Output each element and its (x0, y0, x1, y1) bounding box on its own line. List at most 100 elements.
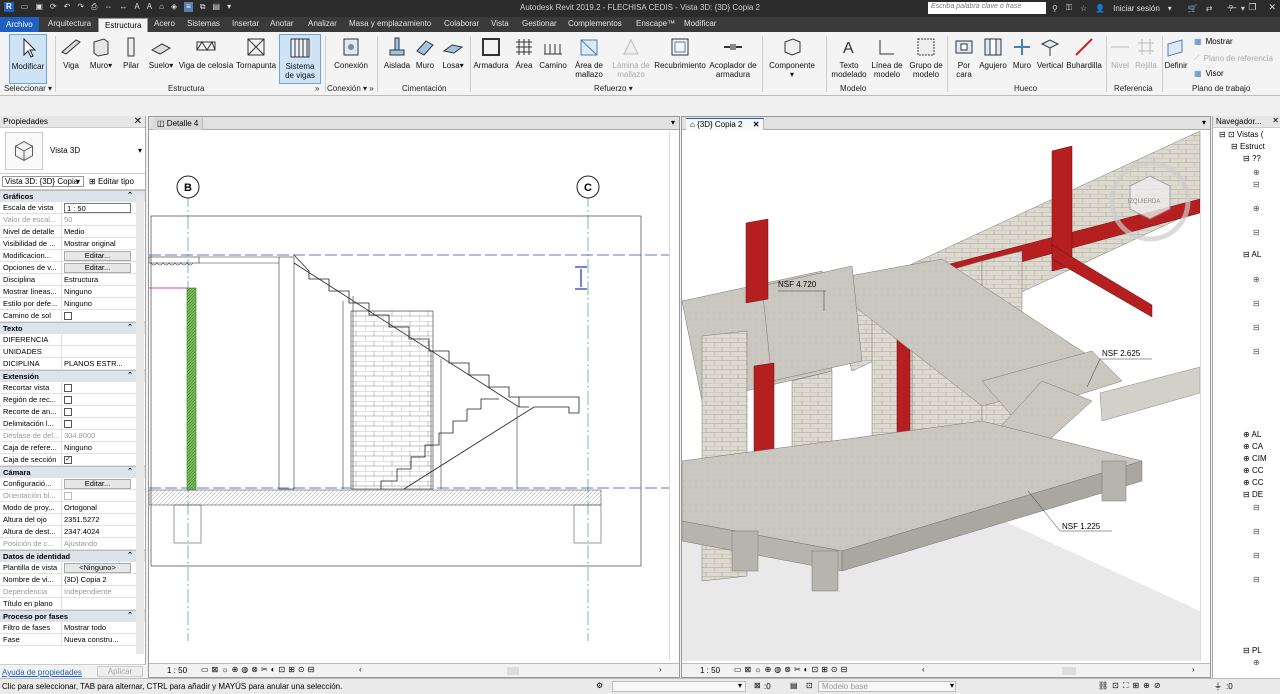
property-value[interactable]: Ninguno (62, 442, 133, 453)
design-options-icon[interactable]: ▤ (790, 681, 798, 690)
tree-node-al-2[interactable]: ⊕ AL (1243, 430, 1261, 439)
properties-section-header[interactable]: Gráficos ⌃ (0, 190, 145, 202)
grid-button[interactable]: Rejilla (1133, 34, 1159, 84)
property-value[interactable]: Mostrar todo (62, 622, 133, 633)
tab-sistemas[interactable]: Sistemas (187, 19, 220, 28)
truss-button[interactable]: Viga de celosía (178, 34, 234, 84)
property-value[interactable]: <Ninguno> (62, 562, 133, 573)
beam-button[interactable]: Viga (57, 34, 85, 84)
checkbox[interactable] (64, 420, 72, 429)
worksets-icon[interactable]: ⚙ (596, 681, 603, 690)
tab-insertar[interactable]: Insertar (232, 19, 259, 28)
scroll-left-icon[interactable]: ‹ (922, 665, 925, 674)
property-value[interactable] (62, 334, 133, 345)
close-icon[interactable]: ✕ (134, 116, 142, 127)
property-value[interactable]: Editar... (62, 262, 133, 273)
design-options-sub-icon[interactable]: ⊡ (806, 681, 813, 690)
collapse-icon[interactable]: ⌃ (127, 611, 133, 619)
rebar-coupler-button[interactable]: Acoplador de armadura (708, 34, 758, 84)
beam-system-button[interactable]: Sistema de vigas (279, 34, 321, 84)
collapse-icon[interactable]: ⌃ (127, 323, 133, 331)
exchange-icon[interactable]: ⇄ (1206, 4, 1213, 13)
path-rebar-button[interactable]: Camino (538, 34, 568, 84)
filter-icon[interactable]: ⏚ (1214, 681, 1222, 692)
close-icon[interactable]: ✕ (1268, 2, 1276, 13)
property-value[interactable]: ✓ (62, 454, 133, 465)
cover-button[interactable]: Recubrimiento (654, 34, 706, 84)
dormer-button[interactable]: Buhardilla (1066, 34, 1102, 84)
instance-filter-select[interactable]: Vista 3D: {3D} Copia (2, 176, 84, 187)
workset-select[interactable] (612, 681, 746, 692)
show-workplane-button[interactable]: ▦ Mostrar (1194, 37, 1233, 46)
tree-node-pl[interactable]: ⊟ PL (1243, 646, 1262, 655)
close-tab-icon[interactable]: ✕ (753, 120, 760, 129)
tree-expanders[interactable]: ⊟ ⊟ ⊟ ⊟ (1253, 502, 1260, 586)
checkbox[interactable]: ✓ (64, 456, 72, 465)
tab-anotar[interactable]: Anotar (270, 19, 294, 28)
chevron-down-icon[interactable]: ▾ (1168, 4, 1172, 13)
isolated-foundation-button[interactable]: Aislada (382, 34, 412, 84)
property-value[interactable] (62, 394, 133, 405)
tab-vista[interactable]: Vista (491, 19, 509, 28)
property-value[interactable] (62, 598, 133, 609)
fabric-area-button[interactable]: Área de mallazo (570, 34, 608, 84)
selection-filter-icons[interactable]: ⛓⊡⛶⊞⊕⊘ (1098, 681, 1165, 691)
scroll-left-icon[interactable]: ‹ (359, 665, 362, 674)
view-scale[interactable]: 1 : 50 (167, 666, 187, 675)
tab-arquitectura[interactable]: Arquitectura (48, 19, 91, 28)
collapse-icon[interactable]: ⌃ (127, 551, 133, 559)
tab-acero[interactable]: Acero (154, 19, 175, 28)
collapse-icon[interactable]: ⌃ (127, 371, 133, 379)
model-line-button[interactable]: Línea de modelo (869, 34, 905, 84)
viewer-button[interactable]: ▦ Visor (1194, 69, 1224, 78)
collapse-icon[interactable]: ⌃ (127, 467, 133, 475)
tab-colaborar[interactable]: Colaborar (444, 19, 479, 28)
property-value[interactable] (62, 406, 133, 417)
edit-button[interactable]: Editar... (64, 263, 131, 273)
tree-node-al-1[interactable]: ⊟ AL (1243, 250, 1261, 259)
properties-section-header[interactable]: Cámara ⌃ (0, 466, 145, 478)
shaft-button[interactable]: Agujero (978, 34, 1008, 84)
block-wall[interactable] (350, 310, 434, 490)
property-value[interactable]: {3D} Copia 2 (62, 574, 133, 585)
level-label-4720[interactable]: NSF 4.720 (778, 280, 817, 289)
edit-button[interactable]: Editar... (64, 479, 131, 489)
maximize-icon[interactable]: ❐ (1248, 2, 1256, 13)
tree-expanders[interactable]: ⊕ ⊟ ⊟ ⊟ (1253, 274, 1260, 358)
property-value[interactable]: Estructura (62, 274, 133, 285)
property-value[interactable]: Ninguno (62, 286, 133, 297)
property-value[interactable]: 1 : 50 (62, 202, 133, 213)
property-value[interactable]: Editar... (62, 478, 133, 489)
set-workplane-button[interactable]: Definir (1163, 34, 1189, 84)
checkbox[interactable] (64, 384, 72, 393)
property-value[interactable]: PLANOS ESTR... (62, 358, 133, 369)
favorites-icon[interactable]: ☆ (1080, 4, 1087, 13)
tree-node-unknown[interactable]: ⊟ ?? (1243, 154, 1261, 163)
tree-node-cc-1[interactable]: ⊕ CC (1243, 466, 1264, 475)
property-value[interactable]: Ortogonal (62, 502, 133, 513)
area-rebar-button[interactable]: Área (512, 34, 536, 84)
ref-plane-button[interactable]: ⟋ Plano de referencia (1194, 53, 1273, 63)
panel-label-select[interactable]: Seleccionar ▾ (4, 84, 52, 93)
editable-only-icon[interactable]: ⊠ (754, 681, 761, 690)
checkbox[interactable] (64, 408, 72, 417)
search-input[interactable]: Escriba palabra clave o frase (928, 2, 1046, 14)
tree-node-cim[interactable]: ⊕ CIM (1243, 454, 1267, 463)
steel-column-left[interactable] (745, 218, 769, 304)
property-value[interactable]: 2351.5272 (62, 514, 133, 525)
tree-expanders[interactable]: ⊕ ⊟ ⊕ ⊟ (1253, 167, 1260, 239)
level-label-1225[interactable]: NSF 1.225 (1062, 522, 1101, 531)
view-scrollbar-h[interactable] (507, 667, 519, 675)
tree-root[interactable]: ⊟ ⊡ Vistas ( (1219, 130, 1263, 139)
property-value[interactable]: Medio (62, 226, 133, 237)
minimize-icon[interactable]: — (1227, 2, 1236, 13)
view-tab-detalle-4[interactable]: ◫ Detalle 4 (153, 118, 204, 130)
dialog-launcher-icon[interactable]: » (315, 84, 319, 93)
apply-button[interactable]: Aplicar (97, 666, 143, 677)
signin-link[interactable]: Iniciar sesión (1113, 4, 1160, 13)
wall-foundation-button[interactable]: Muro (412, 34, 438, 84)
tab-complementos[interactable]: Complementos (568, 19, 622, 28)
help-link[interactable]: Ayuda de propiedades (2, 668, 82, 677)
properties-section-header[interactable]: Proceso por fases ⌃ (0, 610, 145, 622)
component-button[interactable]: Componente ▾ (766, 34, 818, 84)
